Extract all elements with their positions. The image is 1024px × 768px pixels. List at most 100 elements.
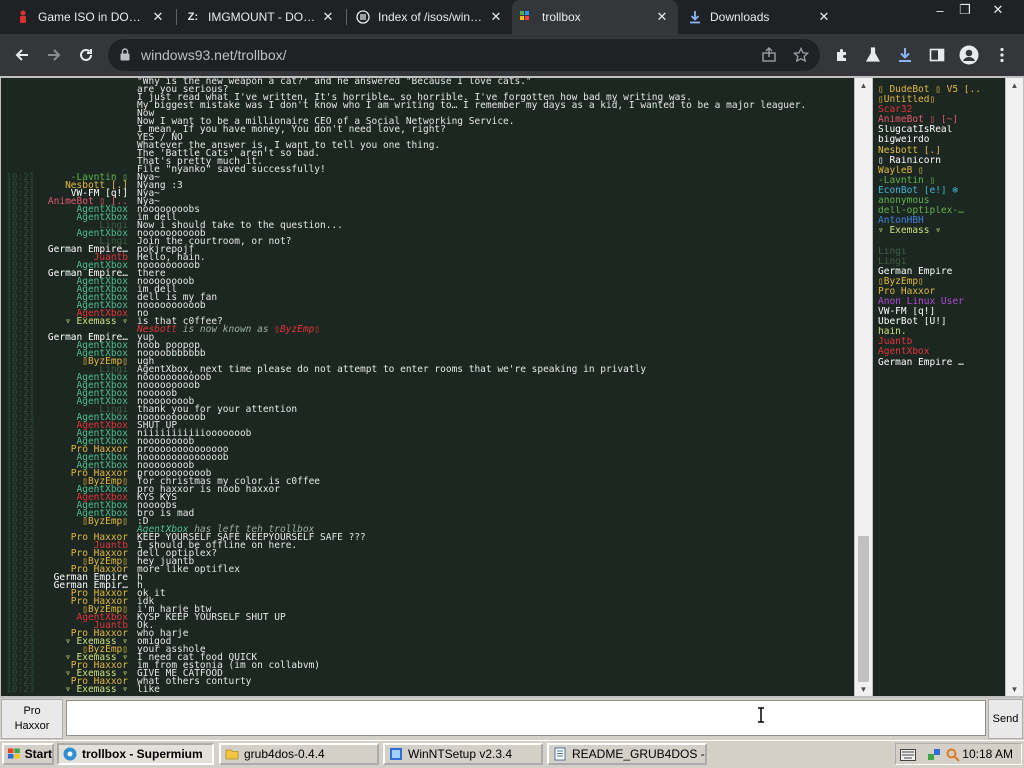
chat-line: 10:21 German Empire… yup xyxy=(1,333,854,343)
extensions-puzzle-icon[interactable] xyxy=(831,44,853,66)
close-window-button[interactable]: ✕ xyxy=(982,0,1014,20)
tab-downloads[interactable]: Downloads ✕ xyxy=(680,0,840,34)
chat-message: My biggest mistake was I don't know who … xyxy=(137,100,807,111)
task-label: README_GRUB4DOS - … xyxy=(572,747,707,761)
user-list-item[interactable] xyxy=(873,236,1005,246)
user-list-item[interactable]: AntonHBH xyxy=(873,216,1005,226)
reload-button[interactable] xyxy=(74,43,98,67)
user-list-item[interactable]: Pro Haxxor xyxy=(873,287,1005,297)
restore-button[interactable]: ❐ xyxy=(949,0,981,20)
back-button[interactable] xyxy=(10,43,34,67)
userlist-scrollbar[interactable]: ▲ ▼ xyxy=(1006,78,1023,696)
nickname-button[interactable]: Pro Haxxor xyxy=(1,699,63,739)
scroll-up-arrow-icon[interactable]: ▲ xyxy=(855,78,872,92)
user-list-item[interactable]: UberBot [U!] xyxy=(873,317,1005,327)
user-list-item[interactable]: anonymous xyxy=(873,196,1005,206)
user-list-item[interactable]: ▯Untitled▯ xyxy=(873,95,1005,105)
chat-log[interactable]: "Why is the new weapon a cat?" and he an… xyxy=(1,78,854,696)
user-list-item[interactable]: Scar32 xyxy=(873,105,1005,115)
profile-avatar-icon[interactable] xyxy=(958,44,980,66)
chat-line: Whatever the answer is, I want to tell y… xyxy=(1,141,854,151)
tab-index-isos[interactable]: Index of /isos/windows ✕ xyxy=(348,0,512,34)
lock-icon[interactable] xyxy=(120,48,130,61)
chat-nick[interactable]: ▿ Exemass ▿ xyxy=(65,317,128,327)
user-list-item[interactable]: bigweirdo xyxy=(873,135,1005,145)
chat-line: My biggest mistake was I don't know who … xyxy=(1,100,854,111)
task-winntsetup[interactable]: WinNTSetup v2.3.4 xyxy=(383,743,543,765)
user-list-item[interactable]: ▯ByzEmp▯ xyxy=(873,277,1005,287)
downloads-icon[interactable] xyxy=(894,44,916,66)
user-list-item[interactable]: VW-FM [q!] xyxy=(873,307,1005,317)
search-magnifier-icon[interactable] xyxy=(946,748,960,762)
tab-trollbox[interactable]: trollbox ✕ xyxy=(512,0,678,34)
chat-line: 10:22 German Empir… h xyxy=(1,581,854,591)
chat-line: 10:22 AgentXbox noooooooooooooob xyxy=(1,453,854,463)
chat-line: 10:21 AgentXbox nooooooooob xyxy=(1,261,854,271)
tab-imgmount[interactable]: Z: IMGMOUNT - DOSBox ✕ xyxy=(178,0,344,34)
task-grub4dos[interactable]: grub4dos-0.4.4 xyxy=(219,743,379,765)
close-icon[interactable]: ✕ xyxy=(816,9,832,25)
chat-line: 10:21 AgentXbox im dell xyxy=(1,285,854,295)
close-icon[interactable]: ✕ xyxy=(320,9,336,25)
user-list-item[interactable]: Anon Linux User xyxy=(873,297,1005,307)
tab-game-iso[interactable]: Game ISO in DOSBox ✕ xyxy=(8,0,174,34)
user-list-item[interactable]: German Empire … xyxy=(873,358,1005,368)
chat-line: 10:21 German Empire… there xyxy=(1,269,854,279)
close-icon[interactable]: ✕ xyxy=(654,9,670,25)
user-list-item[interactable]: ▯ Rainicorn xyxy=(873,156,1005,166)
user-list-item[interactable]: Lingi xyxy=(873,257,1005,267)
chat-line: That's pretty much it. xyxy=(1,157,854,167)
chat-scrollbar[interactable]: ▲ ▼ xyxy=(855,78,872,696)
task-readme[interactable]: README_GRUB4DOS - … xyxy=(547,743,707,765)
bookmark-star-icon[interactable] xyxy=(792,46,810,64)
user-list[interactable]: ▯ DudeBot ▯ V5 [.. ▯Untitled▯ Scar32 AnimeB… xyxy=(873,78,1005,696)
chat-nick[interactable]: ▿ Exemass ▿ xyxy=(65,685,128,695)
chat-line: 10:22 Pro Haxxor ok it xyxy=(1,589,854,599)
scroll-down-arrow-icon[interactable]: ▼ xyxy=(855,682,872,696)
close-icon[interactable]: ✕ xyxy=(150,9,166,25)
start-button[interactable]: Start xyxy=(2,743,54,765)
message-input[interactable] xyxy=(66,700,986,736)
user-list-item[interactable]: Juantb xyxy=(873,337,1005,347)
flask-icon[interactable] xyxy=(862,44,884,66)
chat-line: 10:22 Juantb I should be offline on here. xyxy=(1,541,854,551)
network-icon[interactable] xyxy=(927,748,941,762)
chat-line: 10:21 Lingi thank you for your attention xyxy=(1,405,854,415)
user-list-item[interactable]: ▿ Exemass ▿ xyxy=(873,226,1005,236)
chat-line: 10:21 Juantb Hello, hain. xyxy=(1,253,854,263)
user-list-item[interactable]: SlugcatIsReal xyxy=(873,125,1005,135)
scroll-down-arrow-icon[interactable]: ▼ xyxy=(1006,682,1023,696)
share-icon[interactable] xyxy=(760,46,778,64)
chat-line: 10:22 AgentXbox noooooooob xyxy=(1,437,854,447)
user-list-item[interactable]: AgentXbox xyxy=(873,347,1005,357)
keyboard-icon[interactable] xyxy=(900,749,916,761)
scroll-thumb[interactable] xyxy=(858,536,869,682)
user-list-item[interactable]: -Lavntin ▯ xyxy=(873,176,1005,186)
chat-line: 10:21 German Empire… pokjrepojf xyxy=(1,245,854,255)
chat-line: 10:22 Pro Haxxor dell optiplex? xyxy=(1,549,854,559)
user-list-item[interactable]: German Empire xyxy=(873,267,1005,277)
url-text[interactable]: windows93.net/trollbox/ xyxy=(141,39,287,71)
task-trollbox[interactable]: trollbox - Supermium xyxy=(57,743,214,765)
user-list-item[interactable]: AnimeBot ▯ [~] xyxy=(873,115,1005,125)
user-list-item[interactable]: hain. xyxy=(873,327,1005,337)
user-list-item[interactable]: dell-optiplex-… xyxy=(873,206,1005,216)
chat-message: more like optiflex xyxy=(137,564,240,575)
chat-nick[interactable]: ▯ByzEmp▯ xyxy=(82,517,128,527)
menu-kebab-icon[interactable] xyxy=(991,44,1013,66)
user-list-item[interactable]: WayleB ▯ xyxy=(873,166,1005,176)
side-panel-icon[interactable] xyxy=(926,44,948,66)
chat-line: 10:22 German Empire h xyxy=(1,573,854,583)
address-bar[interactable]: windows93.net/trollbox/ xyxy=(108,39,820,71)
chat-line: 10:21 AgentXbox dell is my fan xyxy=(1,293,854,303)
user-list-item[interactable]: EconBot [e!] ❄ xyxy=(873,186,1005,196)
forward-button[interactable] xyxy=(42,43,66,67)
windows93-icon xyxy=(520,10,534,24)
scroll-up-arrow-icon[interactable]: ▲ xyxy=(1006,78,1023,92)
user-list-item[interactable]: Nesbott [.] xyxy=(873,146,1005,156)
send-button[interactable]: Send xyxy=(988,699,1023,739)
chat-line: 10:21 AgentXbox noob poopop xyxy=(1,341,854,351)
user-list-item[interactable]: ▯ DudeBot ▯ V5 [.. xyxy=(873,85,1005,95)
user-list-item[interactable]: Lingi xyxy=(873,247,1005,257)
close-icon[interactable]: ✕ xyxy=(488,9,504,25)
